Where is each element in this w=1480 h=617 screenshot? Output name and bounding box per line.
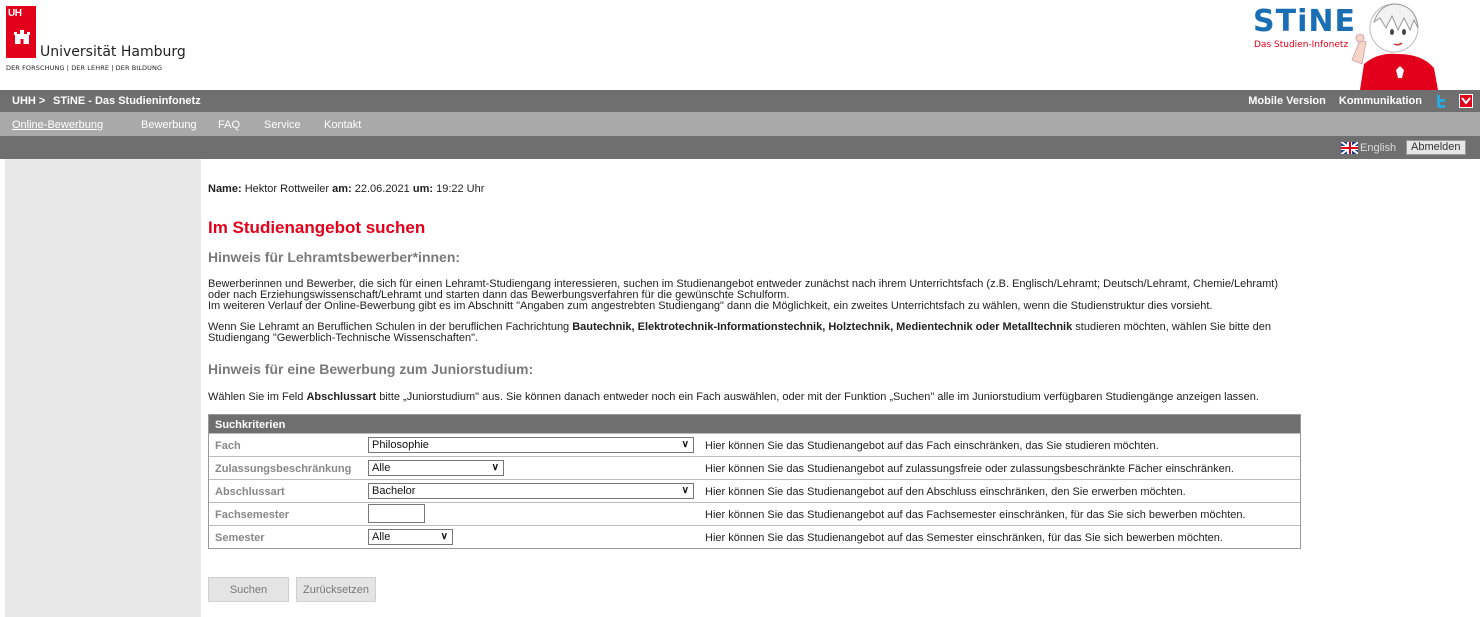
fach-label: Fach	[215, 440, 241, 452]
fachsemester-input[interactable]	[368, 504, 425, 523]
language-bar: English Abmelden	[0, 136, 1480, 159]
semester-select[interactable]: Alle ∨	[368, 529, 453, 545]
chevron-down-icon[interactable]	[1459, 94, 1473, 108]
semester-hint: Hier können Sie das Studienangebot auf d…	[705, 532, 1223, 544]
zulassung-select[interactable]: Alle ∨	[368, 460, 504, 476]
login-date: 22.06.2021	[354, 183, 410, 195]
junior-hint-heading: Hinweis für eine Bewerbung zum Juniorstu…	[208, 361, 534, 377]
communication-link[interactable]: Kommunikation	[1339, 95, 1422, 107]
chevron-down-icon: ∨	[440, 531, 448, 542]
fach-hint: Hier können Sie das Studienangebot auf d…	[705, 440, 1159, 452]
main-nav: Online-Bewerbung Bewerbung FAQ Service K…	[0, 112, 1480, 136]
english-link[interactable]: English	[1360, 142, 1396, 154]
criteria-row-semester: Semester Alle ∨ Hier können Sie das Stud…	[209, 525, 1300, 548]
search-button[interactable]: Suchen	[208, 577, 289, 602]
hamburg-castle-icon	[14, 30, 30, 44]
university-motto: DER FORSCHUNG | DER LEHRE | DER BILDUNG	[6, 64, 163, 72]
site-header: UH Universität Hamburg DER FORSCHUNG | D…	[0, 0, 1480, 90]
criteria-row-fach: Fach Philosophie ∨ Hier können Sie das S…	[209, 433, 1300, 456]
reset-button[interactable]: Zurücksetzen	[296, 577, 376, 602]
vocational-hint-post: studieren möchten, wählen Sie bitte den	[1072, 321, 1271, 333]
nav-bewerbung[interactable]: Bewerbung	[141, 119, 197, 131]
vocational-hint-paragraph: Wenn Sie Lehramt an Beruflichen Schulen …	[208, 322, 1318, 344]
stine-mascot-image	[1351, 3, 1438, 90]
chevron-down-icon: ∨	[681, 485, 689, 496]
junior-hint-paragraph: Wählen Sie im Feld Abschlussart bitte „J…	[208, 391, 1259, 403]
vocational-hint-fields: Bautechnik, Elektrotechnik-Informationst…	[572, 321, 1073, 333]
fachsemester-label: Fachsemester	[215, 509, 289, 521]
top-bar: UHH > STiNE - Das Studieninfonetz Mobile…	[0, 90, 1480, 112]
twitter-icon[interactable]	[1435, 94, 1447, 108]
fachsemester-hint: Hier können Sie das Studienangebot auf d…	[705, 509, 1246, 521]
date-label: am:	[332, 183, 352, 195]
abschlussart-hint: Hier können Sie das Studienangebot auf d…	[705, 486, 1186, 498]
breadcrumb-uhh[interactable]: UHH >	[12, 95, 45, 107]
semester-label: Semester	[215, 532, 265, 544]
zulassung-hint: Hier können Sie das Studienangebot auf z…	[705, 463, 1234, 475]
fach-select[interactable]: Philosophie ∨	[368, 437, 694, 453]
login-time: 19:22 Uhr	[436, 183, 485, 195]
teacher-hint-paragraph: Bewerberinnen und Bewerber, die sich für…	[208, 279, 1318, 312]
nav-service[interactable]: Service	[264, 119, 301, 131]
vocational-hint-line-2: Studiengang "Gewerblich-Technische Wisse…	[208, 332, 479, 344]
abschlussart-label: Abschlussart	[215, 486, 285, 498]
criteria-row-abschlussart: Abschlussart Bachelor ∨ Hier können Sie …	[209, 479, 1300, 502]
junior-hint-pre: Wählen Sie im Feld	[208, 391, 307, 403]
junior-hint-field: Abschlussart	[306, 391, 377, 403]
chevron-down-icon: ∨	[681, 439, 689, 450]
nav-faq[interactable]: FAQ	[218, 119, 240, 131]
uhh-logo[interactable]: UH	[6, 6, 36, 58]
page-title: Im Studienangebot suchen	[208, 218, 426, 237]
user-name: Hektor Rottweiler	[244, 183, 330, 195]
search-criteria-table: Suchkriterien Fach Philosophie ∨ Hier kö…	[208, 414, 1301, 549]
abschlussart-selected-value: Bachelor	[372, 485, 416, 497]
logout-button[interactable]: Abmelden	[1406, 140, 1466, 155]
semester-selected-value: Alle	[372, 531, 391, 543]
time-label: um:	[412, 183, 434, 195]
user-info-line: Name: Hektor Rottweiler am: 22.06.2021 u…	[208, 183, 484, 195]
university-name: Universität Hamburg	[40, 44, 186, 60]
breadcrumb-stine[interactable]: STiNE - Das Studieninfonetz	[53, 95, 201, 107]
fach-selected-value: Philosophie	[372, 439, 429, 451]
zulassung-selected-value: Alle	[372, 462, 391, 474]
uk-flag-icon[interactable]	[1341, 142, 1358, 154]
criteria-row-zulassung: Zulassungsbeschränkung Alle ∨ Hier könne…	[209, 456, 1300, 479]
teacher-hint-heading: Hinweis für Lehramtsbewerber*innen:	[208, 249, 461, 265]
chevron-down-icon: ∨	[491, 462, 499, 473]
abschlussart-select[interactable]: Bachelor ∨	[368, 483, 694, 499]
zulassung-label: Zulassungsbeschränkung	[215, 463, 352, 475]
junior-hint-post: bitte „Juniorstudium" aus. Sie können da…	[376, 391, 1259, 403]
teacher-hint-line-3: Im weiteren Verlauf der Online-Bewerbung…	[208, 300, 1213, 312]
criteria-header: Suchkriterien	[209, 415, 1300, 433]
name-label: Name:	[208, 183, 242, 195]
criteria-row-fachsemester: Fachsemester Hier können Sie das Studien…	[209, 502, 1300, 525]
nav-online-bewerbung[interactable]: Online-Bewerbung	[12, 119, 103, 131]
mobile-version-link[interactable]: Mobile Version	[1248, 95, 1326, 107]
uhh-logo-text: UH	[8, 8, 22, 19]
left-sidebar	[5, 159, 201, 617]
nav-kontakt[interactable]: Kontakt	[324, 119, 361, 131]
